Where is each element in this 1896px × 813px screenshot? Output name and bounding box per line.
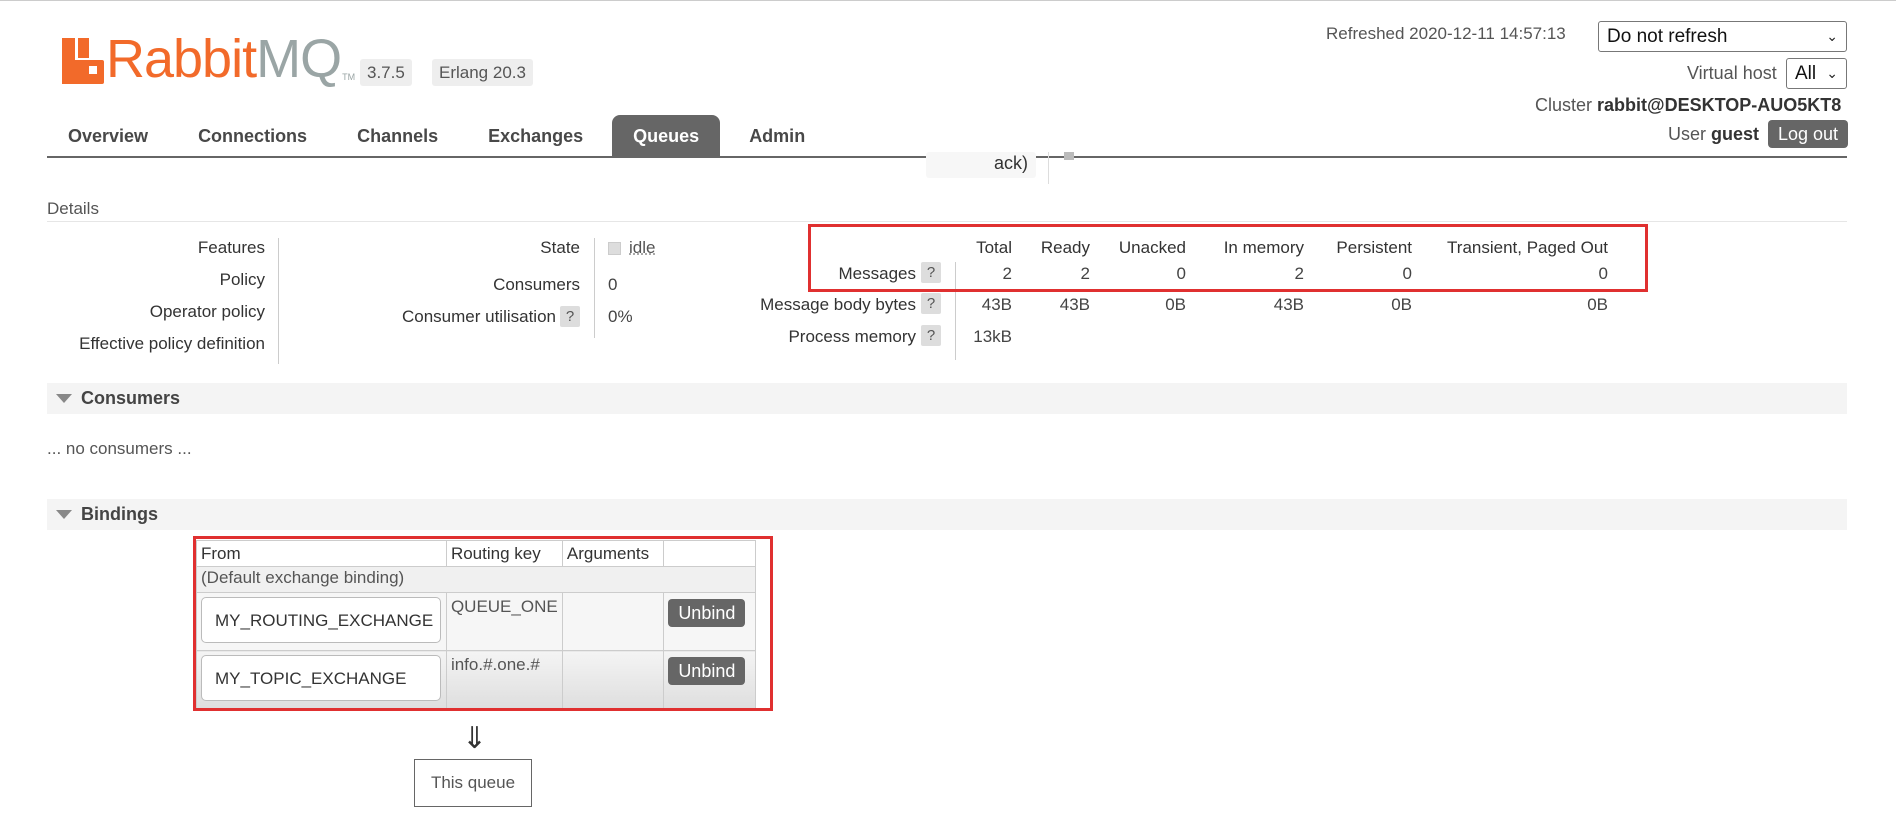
chevron-down-icon: ⌄ [1826,65,1838,81]
state-indicator-icon [608,242,621,255]
body-bytes-in-memory: 43B [1273,295,1304,314]
chevron-down-icon: ⌄ [1826,28,1838,44]
rabbitmq-logo[interactable]: RabbitMQ TM [62,29,356,89]
effective-policy-label: Effective policy definition [79,334,265,353]
logo-text: RabbitMQ [106,29,342,89]
no-consumers-text: ... no consumers ... [47,439,192,458]
body-bytes-ready: 43B [1059,295,1090,314]
rabbitmq-version-badge: 3.7.5 [360,59,412,86]
help-icon[interactable]: ? [560,306,580,327]
body-bytes-total: 43B [981,295,1012,314]
help-icon[interactable]: ? [921,293,941,314]
process-memory-label: Process memory [788,327,916,346]
policy-label: Policy [219,270,265,289]
state-label: State [540,238,580,257]
tab-queues[interactable]: Queues [612,115,721,156]
erlang-version-badge: Erlang 20.3 [432,59,533,86]
consumers-label: Consumers [493,275,580,294]
bindings-section-title: Bindings [81,504,158,524]
scrolled-separator [1048,152,1049,184]
tab-overview[interactable]: Overview [47,115,169,156]
features-label: Features [197,238,265,257]
body-bytes-persistent: 0B [1391,295,1412,314]
main-nav: Overview Connections Channels Exchanges … [47,115,834,157]
details-separator [278,238,279,364]
bindings-section-header[interactable]: Bindings [47,499,1847,530]
consumer-utilisation-label: Consumer utilisation [401,307,556,326]
scrolled-cell: ack) [926,152,1036,178]
consumers-section-title: Consumers [81,388,181,408]
cluster-name: rabbit@DESKTOP-AUO5KT8 [1597,95,1842,115]
tab-exchanges[interactable]: Exchanges [467,115,604,156]
message-body-bytes-label: Message body bytes [760,295,916,314]
logout-button[interactable]: Log out [1768,120,1848,148]
user-name: guest [1711,124,1760,144]
operator-policy-label: Operator policy [149,302,265,321]
details-divider [47,221,1847,222]
consumers-section-header[interactable]: Consumers [47,383,1847,414]
state-value[interactable]: idle [629,238,655,258]
refreshed-timestamp: Refreshed 2020-12-11 14:57:13 [1326,24,1566,43]
body-bytes-unacked: 0B [1165,295,1186,314]
refresh-interval-select[interactable]: Do not refresh ⌄ [1598,21,1847,52]
state-separator [594,238,595,338]
user-info: User guest [1668,124,1760,144]
bindings-highlight-box [193,536,773,711]
tab-channels[interactable]: Channels [336,115,459,156]
down-arrow-icon: ⇓ [462,722,488,755]
collapse-triangle-icon [56,510,72,519]
logo-trademark: TM [342,72,356,82]
virtual-host-label: Virtual host [1687,63,1777,83]
help-icon[interactable]: ? [921,325,941,346]
collapse-triangle-icon [56,394,72,403]
tab-admin[interactable]: Admin [728,115,826,156]
consumer-utilisation-value: 0% [608,307,633,326]
virtual-host-select[interactable]: All ⌄ [1786,58,1847,89]
process-memory-value: 13kB [973,327,1012,346]
body-bytes-transient: 0B [1587,295,1608,314]
details-section-title: Details [47,199,99,218]
cluster-info: Cluster rabbit@DESKTOP-AUO5KT8 [1535,95,1842,115]
rabbit-logo-icon [62,38,104,84]
consumers-value: 0 [608,275,618,294]
top-border [0,0,1896,1]
scrolled-indicator [1064,152,1074,160]
messages-highlight-box [808,224,1648,292]
this-queue-box: This queue [414,759,532,807]
tab-connections[interactable]: Connections [177,115,328,156]
